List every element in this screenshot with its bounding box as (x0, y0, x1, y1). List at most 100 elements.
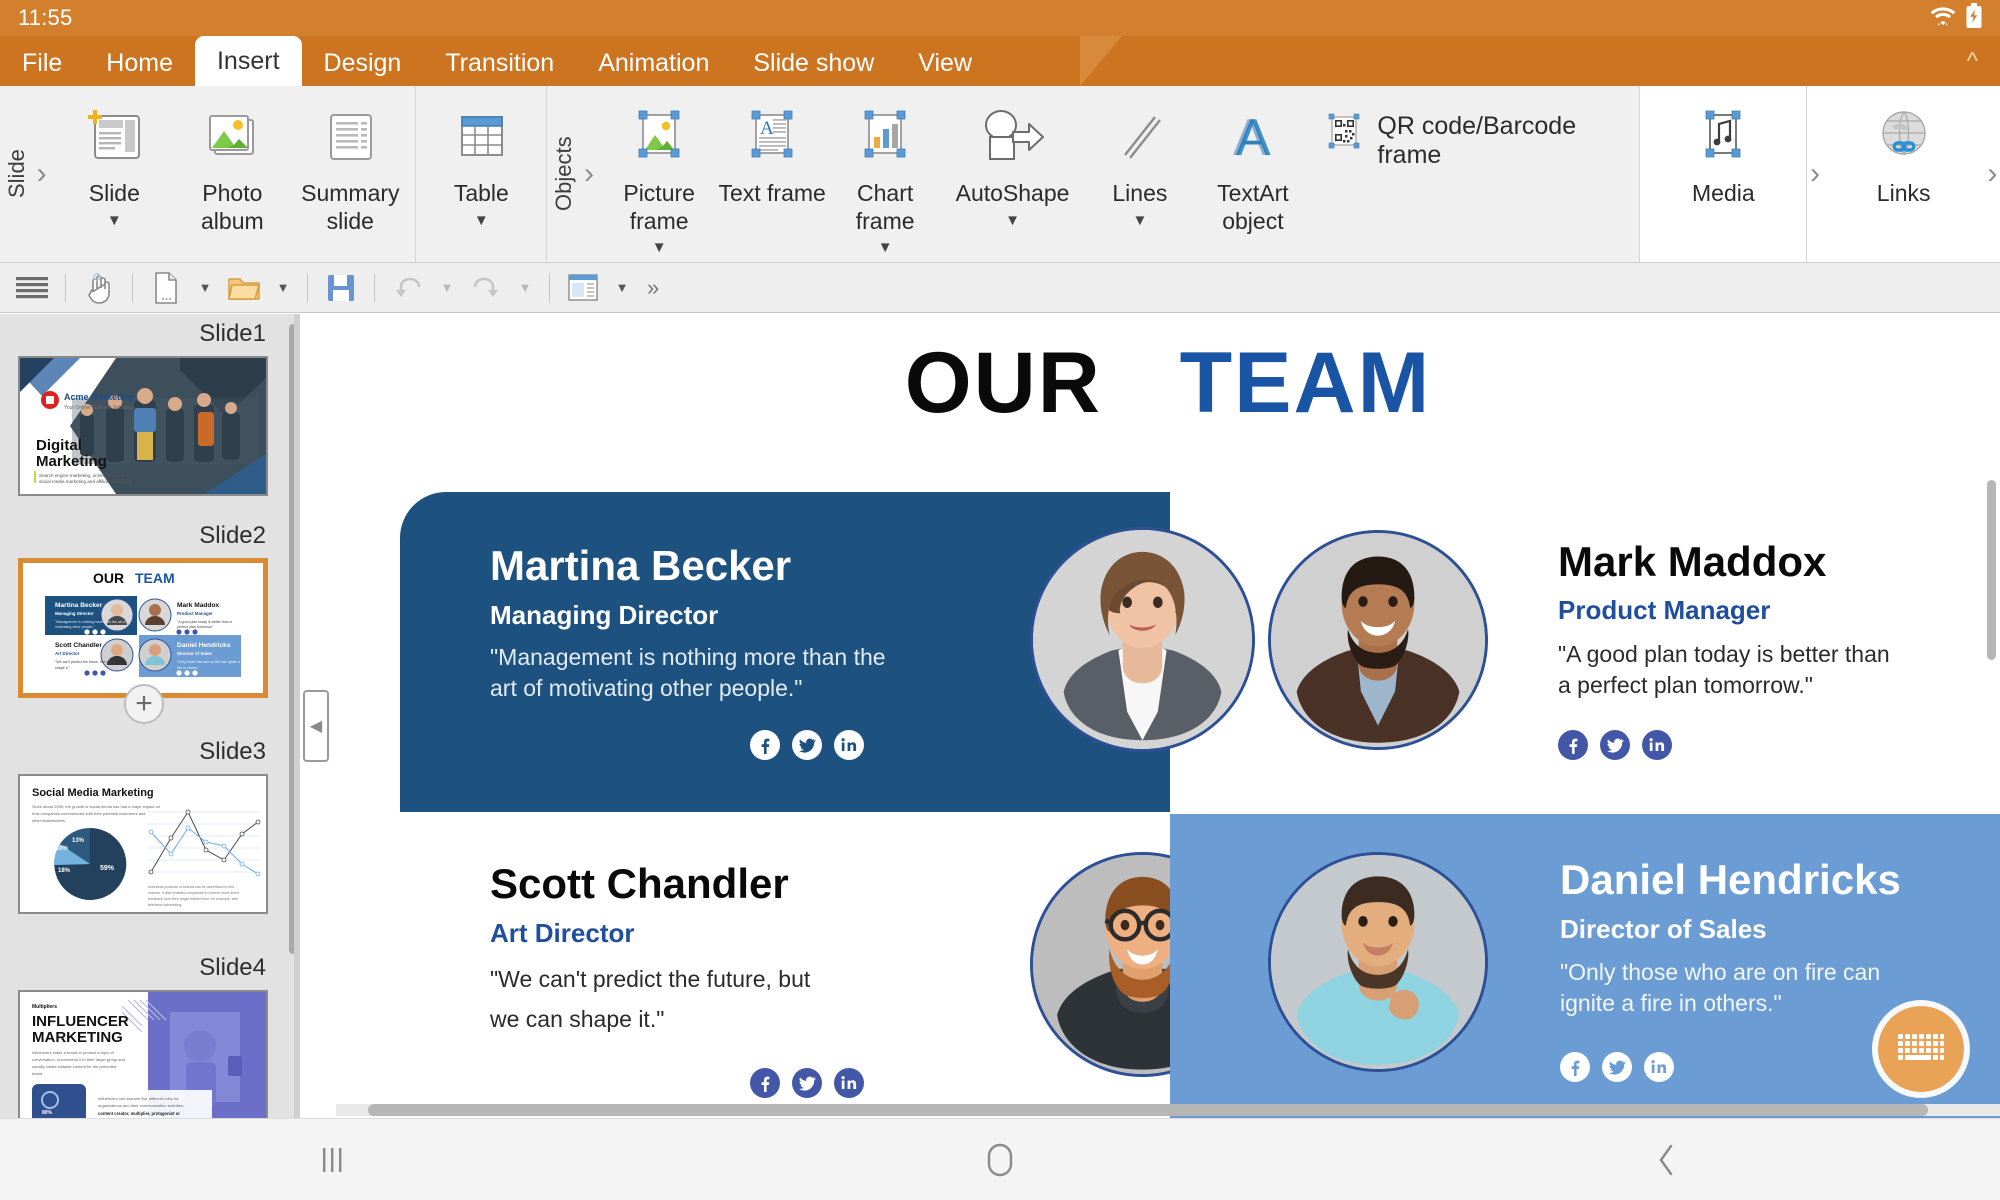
social-links[interactable] (750, 1068, 864, 1098)
chevron-down-icon[interactable]: ▼ (270, 268, 296, 308)
team-card-martina-becker[interactable]: Martina Becker Managing Director "Manage… (400, 492, 1255, 812)
tab-animation[interactable]: Animation (576, 40, 731, 86)
member-quote: "Only those who are on fire can ignite a… (1560, 959, 1881, 1017)
toolbar-overflow-icon[interactable]: » (647, 275, 659, 301)
thumbnail-image[interactable]: Acme Marketing Your Online Business Solu… (18, 356, 268, 496)
chevron-down-icon[interactable]: ▼ (878, 239, 893, 256)
keyboard-toggle-button[interactable] (1878, 1006, 1964, 1092)
undo-icon[interactable] (386, 268, 430, 308)
chevron-down-icon[interactable]: ▼ (609, 268, 635, 308)
twitter-icon[interactable] (1602, 1052, 1632, 1082)
member-name: Daniel Hendricks (1560, 856, 1901, 903)
media-button[interactable]: Media (1664, 94, 1782, 254)
thumbnail-image[interactable]: Multipliers INFLUENCER MARKETING Influen… (18, 990, 268, 1118)
svg-text:Marketing: Marketing (36, 453, 107, 470)
chevron-down-icon[interactable]: ▼ (652, 239, 667, 256)
social-links[interactable] (1560, 1052, 1674, 1082)
chevron-down-icon[interactable]: ▼ (107, 212, 122, 229)
autoshape-button[interactable]: AutoShape ▼ (942, 94, 1084, 254)
chevron-down-icon[interactable]: ▼ (192, 268, 218, 308)
group-chevron-icon: › (36, 157, 47, 190)
text-frame-button[interactable]: A Text frame (716, 94, 829, 254)
picture-frame-button[interactable]: Picture frame ▼ (603, 94, 716, 256)
chevron-down-icon[interactable]: ▼ (512, 268, 538, 308)
back-icon[interactable] (1333, 1142, 2000, 1178)
slide-canvas[interactable]: OUR TEAM Martina Becker Managing Directo… (336, 314, 2000, 1118)
slide-title[interactable]: OUR TEAM (336, 334, 2000, 433)
ribbon-group-label-slide: Slide (4, 149, 29, 199)
thumbnail-slide-1[interactable]: Slide1 Acme Marketing Your Online Busine… (0, 314, 290, 516)
summary-slide-icon (319, 106, 381, 168)
svg-text:Your Online Business Solutions: Your Online Business Solutions (64, 405, 134, 411)
tab-design[interactable]: Design (302, 40, 424, 86)
recent-apps-icon[interactable] (0, 1143, 667, 1177)
tab-insert[interactable]: Insert (194, 36, 302, 86)
tabbar-shade-decoration (1080, 36, 1122, 86)
save-icon[interactable] (319, 268, 363, 308)
canvas-vertical-scrollbar[interactable] (1987, 480, 1996, 660)
thumbnail-label: Slide1 (199, 320, 266, 347)
canvas-horizontal-scrollbar[interactable] (368, 1104, 1928, 1116)
chevron-left-icon[interactable]: ◀ (303, 690, 329, 762)
linkedin-icon[interactable] (834, 1068, 864, 1098)
chart-frame-button[interactable]: Chart frame ▼ (829, 94, 942, 256)
redo-icon[interactable] (464, 268, 508, 308)
lines-button[interactable]: Lines ▼ (1083, 94, 1196, 254)
new-slide-button[interactable]: Slide ▼ (55, 94, 173, 254)
svg-text:INFLUENCER: INFLUENCER (32, 1013, 129, 1030)
social-links[interactable] (750, 730, 864, 760)
thumbnail-slide-2[interactable]: Slide2 OUR TEAM Martina Becker Managing … (0, 516, 290, 724)
photo-album-button[interactable]: Photo album (173, 94, 291, 254)
plus-circle-icon[interactable]: + (124, 684, 164, 724)
chevron-down-icon[interactable]: ▼ (434, 268, 460, 308)
ribbon-tab-bar[interactable]: File Home Insert Design Transition Anima… (0, 36, 2000, 86)
summary-slide-button[interactable]: Summary slide (291, 94, 409, 254)
svg-text:conversation, recommend it to: conversation, recommend it to their targ… (32, 1057, 125, 1062)
linkedin-icon[interactable] (1642, 730, 1672, 760)
linkedin-icon[interactable] (1644, 1052, 1674, 1082)
twitter-icon[interactable] (1600, 730, 1630, 760)
new-document-icon[interactable] (144, 268, 188, 308)
layout-view-icon[interactable] (561, 268, 605, 308)
tab-home[interactable]: Home (84, 40, 195, 86)
chevron-down-icon[interactable]: ▼ (474, 212, 489, 229)
tab-view[interactable]: View (896, 40, 994, 86)
svg-text:how companies communicate with: how companies communicate with their pot… (32, 811, 145, 816)
open-folder-icon[interactable] (222, 268, 266, 308)
twitter-icon[interactable] (792, 730, 822, 760)
facebook-icon[interactable] (1558, 730, 1588, 760)
menu-icon[interactable] (10, 268, 54, 308)
hand-tool-icon[interactable] (77, 268, 121, 308)
team-card-mark-maddox[interactable]: Mark Maddox Product Manager "A good plan… (1170, 492, 1940, 812)
tab-file[interactable]: File (0, 40, 84, 86)
toolbar-separator (132, 272, 133, 303)
qr-barcode-frame-button[interactable]: QR code/Barcode frame (1309, 94, 1633, 170)
thumbnail-slide-4[interactable]: Slide4 Multipliers INFLUENCER MARKETING … (0, 934, 290, 1118)
facebook-icon[interactable] (1560, 1052, 1590, 1082)
social-links[interactable] (1558, 730, 1672, 760)
tab-transition[interactable]: Transition (423, 40, 576, 86)
facebook-icon[interactable] (750, 730, 780, 760)
media-icon (1690, 106, 1756, 168)
team-card-daniel-hendricks[interactable]: Daniel Hendricks Director of Sales "Only… (1170, 814, 2000, 1118)
chevron-up-icon[interactable]: ^ (1967, 50, 1978, 74)
team-card-scott-chandler[interactable]: Scott Chandler Art Director "We can't pr… (400, 814, 1255, 1118)
links-button[interactable]: Links (1845, 94, 1963, 254)
member-avatar-daniel-hendricks[interactable] (1268, 852, 1488, 1072)
thumbnail-slide-3[interactable]: Slide3 Social Media Marketing Since abou… (0, 718, 290, 934)
svg-text:Product Manager: Product Manager (177, 611, 213, 616)
textart-object-button[interactable]: A A TextArt object (1196, 94, 1309, 254)
table-button[interactable]: Table ▼ (422, 94, 540, 254)
facebook-icon[interactable] (750, 1068, 780, 1098)
tab-slide-show[interactable]: Slide show (731, 40, 896, 86)
linkedin-icon[interactable] (834, 730, 864, 760)
chevron-down-icon[interactable]: ▼ (1132, 212, 1147, 229)
slide-thumbnail-panel[interactable]: Slide1 Acme Marketing Your Online Busine… (0, 314, 300, 1118)
thumbnail-image[interactable]: Social Media Marketing Since about 2005,… (18, 774, 268, 914)
twitter-icon[interactable] (792, 1068, 822, 1098)
thumbnail-image[interactable]: OUR TEAM Martina Becker Managing Directo… (18, 558, 268, 698)
home-icon[interactable] (667, 1141, 1334, 1179)
chart-frame-icon (852, 106, 918, 168)
chevron-down-icon[interactable]: ▼ (1005, 212, 1020, 229)
member-avatar-mark-maddox[interactable] (1268, 530, 1488, 750)
